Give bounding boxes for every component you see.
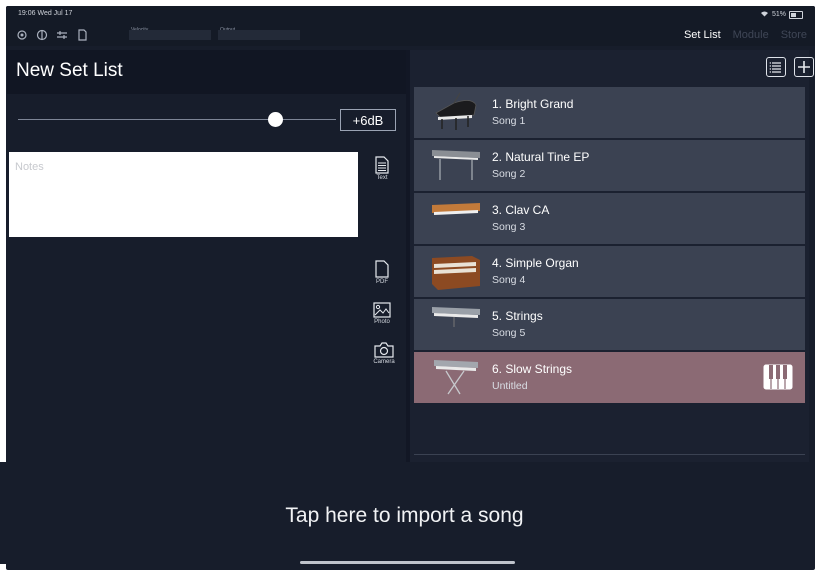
gear-icon[interactable] bbox=[16, 28, 28, 40]
volume-slider-thumb[interactable] bbox=[268, 112, 283, 127]
text-document-icon bbox=[375, 156, 389, 174]
photo-button[interactable]: Photo bbox=[365, 302, 399, 325]
song-row[interactable]: 3. Clav CA Song 3 bbox=[414, 193, 805, 244]
song-row[interactable]: 2. Natural Tine EP Song 2 bbox=[414, 140, 805, 191]
song-row[interactable]: 1. Bright Grand Song 1 bbox=[414, 87, 805, 138]
synth-keyboard-stand-icon bbox=[434, 360, 478, 395]
pdf-icon bbox=[375, 260, 389, 278]
text-button-label: Text bbox=[376, 175, 388, 181]
song-title: 3. Clav CA bbox=[492, 203, 550, 217]
import-song-text[interactable]: Tap here to import a song bbox=[0, 504, 809, 528]
tab-set-list[interactable]: Set List bbox=[684, 29, 721, 41]
clavinet-icon bbox=[432, 203, 480, 215]
organ-icon bbox=[432, 256, 480, 290]
pdf-button[interactable]: PDF bbox=[365, 260, 399, 285]
photo-icon bbox=[373, 302, 391, 318]
pdf-button-label: PDF bbox=[376, 279, 388, 285]
song-title: 1. Bright Grand bbox=[492, 97, 574, 111]
home-indicator[interactable] bbox=[300, 561, 515, 564]
camera-button[interactable]: Camera bbox=[367, 342, 401, 365]
camera-icon bbox=[374, 342, 394, 358]
battery-icon bbox=[789, 10, 803, 19]
song-subtitle: Song 5 bbox=[492, 327, 526, 339]
list-view-button[interactable] bbox=[766, 57, 786, 77]
notes-placeholder: Notes bbox=[15, 161, 44, 173]
status-time: 19:06 Wed Jul 17 bbox=[18, 10, 73, 17]
song-title: 5. Strings bbox=[492, 309, 543, 323]
status-right: 51% bbox=[760, 10, 803, 19]
song-title: 2. Natural Tine EP bbox=[492, 150, 590, 164]
output-meter bbox=[218, 30, 300, 40]
top-bar: 19:06 Wed Jul 17 51% Velocity Output bbox=[6, 6, 815, 46]
electric-piano-icon bbox=[432, 150, 480, 180]
battery-percent: 51% bbox=[771, 11, 786, 18]
song-row[interactable]: 4. Simple Organ Song 4 bbox=[414, 246, 805, 297]
gain-button[interactable]: +6dB bbox=[340, 109, 396, 131]
synth-keyboard-icon bbox=[432, 307, 480, 327]
song-title: 4. Simple Organ bbox=[492, 256, 579, 270]
song-title: 6. Slow Strings bbox=[492, 362, 573, 376]
wifi-icon bbox=[760, 10, 769, 19]
song-subtitle: Untitled bbox=[492, 380, 528, 392]
song-subtitle: Song 2 bbox=[492, 168, 526, 180]
keyboard-icon[interactable] bbox=[763, 364, 793, 390]
top-tabs: Set List Module Store bbox=[684, 29, 807, 41]
toolbar-icons bbox=[16, 28, 88, 41]
plus-icon bbox=[798, 61, 810, 73]
camera-button-label: Camera bbox=[373, 359, 395, 365]
tuner-icon[interactable] bbox=[36, 28, 48, 41]
song-row-selected[interactable]: 6. Slow Strings Untitled bbox=[414, 352, 805, 403]
text-button[interactable]: Text bbox=[365, 156, 399, 181]
eq-icon[interactable] bbox=[56, 28, 68, 40]
list-divider bbox=[414, 454, 805, 455]
list-actions bbox=[766, 57, 814, 77]
list-icon bbox=[769, 62, 781, 73]
tab-module[interactable]: Module bbox=[733, 29, 769, 41]
song-subtitle: Song 3 bbox=[492, 221, 526, 233]
notes-field[interactable]: Notes bbox=[9, 152, 358, 237]
add-song-button[interactable] bbox=[794, 57, 814, 77]
document-icon[interactable] bbox=[76, 28, 88, 41]
song-list: 1. Bright Grand Song 1 2. Natural Tine E… bbox=[414, 87, 805, 405]
song-row[interactable]: 5. Strings Song 5 bbox=[414, 299, 805, 350]
song-subtitle: Song 1 bbox=[492, 115, 526, 127]
grand-piano-icon bbox=[435, 92, 477, 130]
velocity-meter bbox=[129, 30, 211, 40]
tab-store[interactable]: Store bbox=[781, 29, 807, 41]
page-title[interactable]: New Set List bbox=[16, 60, 123, 82]
photo-button-label: Photo bbox=[374, 319, 390, 325]
song-subtitle: Song 4 bbox=[492, 274, 526, 286]
volume-slider-track[interactable] bbox=[18, 119, 336, 120]
